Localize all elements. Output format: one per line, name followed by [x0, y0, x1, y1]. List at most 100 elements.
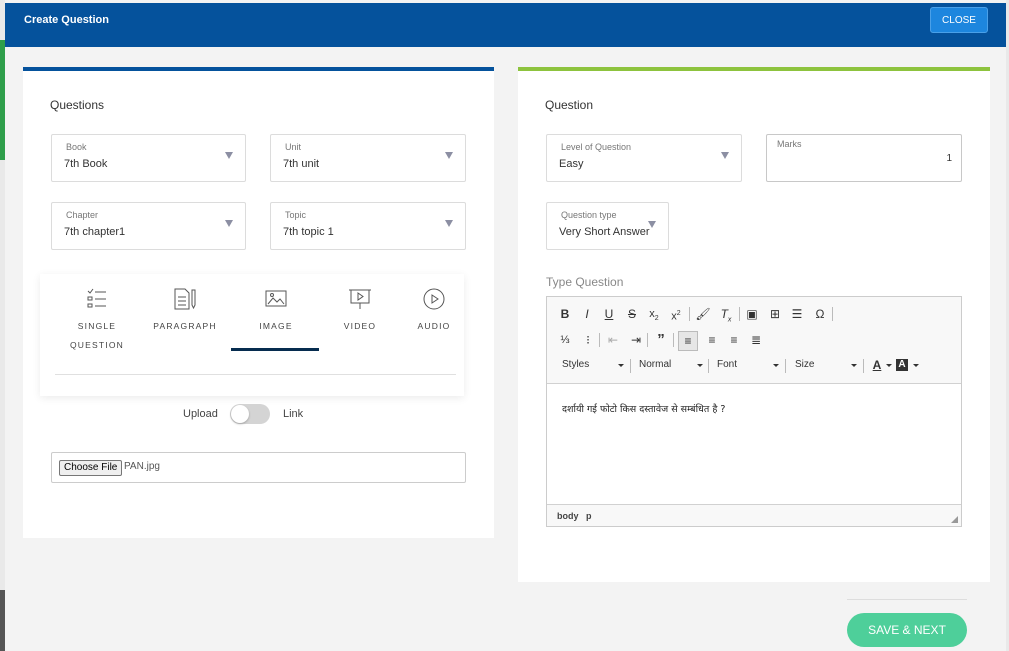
- topic-value: 7th topic 1: [283, 226, 334, 238]
- modal-title: Create Question: [24, 14, 109, 26]
- bulleted-list-icon[interactable]: ⁝: [580, 332, 596, 348]
- question-card: Question Level of Question Easy Marks 1 …: [518, 67, 990, 582]
- editor-status-bar: body p: [547, 504, 961, 526]
- align-left-icon[interactable]: ≡: [678, 331, 698, 351]
- chevron-down-icon: [851, 364, 857, 367]
- upload-link-toggle[interactable]: [230, 404, 270, 424]
- remove-format-icon[interactable]: Tx: [718, 306, 734, 323]
- level-value: Easy: [559, 158, 584, 170]
- book-select[interactable]: Book 7th Book: [51, 134, 246, 182]
- modal-header: Create Question CLOSE: [5, 3, 1006, 47]
- topic-select[interactable]: Topic 7th topic 1: [270, 202, 466, 250]
- tab-paragraph[interactable]: PARAGRAPH: [140, 288, 230, 336]
- question-type-select[interactable]: Question type Very Short Answer: [546, 202, 669, 250]
- italic-icon[interactable]: I: [579, 306, 595, 322]
- format-dropdown[interactable]: Normal: [639, 359, 703, 370]
- size-label: Size: [795, 359, 815, 370]
- tab-image-label: IMAGE: [259, 321, 293, 331]
- styles-label: Styles: [562, 359, 590, 370]
- editor-toolbar: B I U S x2 x2 🖌 Tx ▣ ⊞ ☰ Ω ⅓ ⁝ ⇤ ⇥ ” ≡ ≡…: [547, 297, 961, 384]
- numbered-list-icon[interactable]: ⅓: [557, 332, 573, 348]
- chapter-value: 7th chapter1: [64, 226, 126, 238]
- divider: [55, 374, 456, 375]
- rich-text-editor: B I U S x2 x2 🖌 Tx ▣ ⊞ ☰ Ω ⅓ ⁝ ⇤ ⇥ ” ≡ ≡…: [546, 296, 962, 527]
- tab-audio-label: AUDIO: [417, 321, 451, 331]
- question-card-title: Question: [545, 98, 594, 112]
- text-color-icon[interactable]: A: [869, 357, 885, 373]
- increase-indent-icon[interactable]: ⇥: [628, 332, 644, 348]
- copy-format-icon[interactable]: 🖌: [695, 306, 711, 322]
- chevron-down-icon: [721, 152, 729, 159]
- resize-handle[interactable]: [951, 516, 958, 523]
- font-dropdown[interactable]: Font: [717, 359, 779, 370]
- format-label: Normal: [639, 359, 672, 370]
- list-check-icon: [87, 288, 106, 308]
- font-label: Font: [717, 359, 738, 370]
- subscript-icon[interactable]: x2: [646, 306, 662, 322]
- chevron-down-icon: [648, 221, 656, 228]
- chevron-down-icon: [697, 364, 703, 367]
- topic-label: Topic: [285, 210, 307, 220]
- unit-value: 7th unit: [283, 158, 320, 170]
- tab-video[interactable]: VIDEO: [330, 288, 390, 336]
- active-tab-indicator: [231, 348, 319, 351]
- align-right-icon[interactable]: ≡: [726, 332, 742, 348]
- chevron-down-icon: [445, 152, 453, 159]
- tab-single-line2: QUESTION: [70, 340, 124, 350]
- file-upload-field: Choose File PAN.jpg: [51, 452, 466, 483]
- editor-content[interactable]: दर्शायी गई फोटो किस दस्तावेज से सम्बंधित…: [562, 402, 725, 415]
- video-presentation-icon: [349, 289, 371, 309]
- chevron-down-icon: [445, 220, 453, 227]
- book-value: 7th Book: [64, 158, 108, 170]
- align-center-icon[interactable]: ≡: [704, 332, 720, 348]
- tab-video-label: VIDEO: [343, 321, 377, 331]
- unit-select[interactable]: Unit 7th unit: [270, 134, 466, 182]
- save-and-next-button[interactable]: SAVE & NEXT: [847, 613, 967, 647]
- questions-card: Questions Book 7th Book Unit 7th unit Ch…: [23, 67, 494, 538]
- level-label: Level of Question: [561, 142, 632, 152]
- marks-input[interactable]: Marks 1: [766, 134, 962, 182]
- tab-audio[interactable]: AUDIO: [406, 288, 462, 336]
- underline-icon[interactable]: U: [601, 306, 617, 322]
- styles-dropdown[interactable]: Styles: [562, 359, 624, 370]
- footer-divider: [847, 599, 967, 600]
- question-type-value: Very Short Answer: [559, 226, 650, 238]
- toggle-knob: [231, 405, 249, 423]
- close-button[interactable]: CLOSE: [930, 7, 988, 33]
- type-question-label: Type Question: [546, 275, 624, 289]
- link-label: Link: [283, 408, 304, 420]
- superscript-icon[interactable]: x2: [668, 306, 684, 323]
- question-type-label: Question type: [561, 210, 617, 220]
- question-type-panel: SINGLE QUESTION PARAGRAPH IMAGE VIDEO AU…: [40, 274, 464, 396]
- book-label: Book: [66, 142, 87, 152]
- chevron-down-icon: [225, 152, 233, 159]
- decrease-indent-icon[interactable]: ⇤: [605, 332, 621, 348]
- chapter-select[interactable]: Chapter 7th chapter1: [51, 202, 246, 250]
- strikethrough-icon[interactable]: S: [624, 306, 640, 322]
- play-circle-icon: [423, 288, 445, 310]
- paragraph-pen-icon: [174, 288, 196, 310]
- horizontal-line-icon[interactable]: ☰: [789, 306, 805, 322]
- path-p[interactable]: p: [586, 511, 592, 521]
- chevron-down-icon: [618, 364, 624, 367]
- create-question-modal: Create Question CLOSE Questions Book 7th…: [5, 3, 1006, 651]
- size-dropdown[interactable]: Size: [795, 359, 857, 370]
- tab-single-question[interactable]: SINGLE QUESTION: [64, 288, 130, 355]
- level-select[interactable]: Level of Question Easy: [546, 134, 742, 182]
- tab-single-line1: SINGLE: [77, 321, 117, 331]
- chevron-down-icon: [225, 220, 233, 227]
- align-justify-icon[interactable]: ≣: [748, 332, 764, 348]
- chevron-down-icon: [773, 364, 779, 367]
- background-color-icon[interactable]: A: [896, 359, 908, 371]
- selected-file-name: PAN.jpg: [124, 461, 160, 472]
- path-body[interactable]: body: [557, 511, 579, 521]
- choose-file-button[interactable]: Choose File: [59, 460, 123, 476]
- special-character-icon[interactable]: Ω: [812, 306, 828, 322]
- insert-table-icon[interactable]: ⊞: [767, 306, 783, 322]
- tab-image[interactable]: IMAGE: [236, 288, 316, 336]
- bold-icon[interactable]: B: [557, 306, 573, 322]
- blockquote-icon[interactable]: ”: [653, 332, 669, 348]
- insert-image-icon[interactable]: ▣: [744, 306, 760, 322]
- chapter-label: Chapter: [66, 210, 99, 220]
- marks-value: 1: [946, 153, 952, 164]
